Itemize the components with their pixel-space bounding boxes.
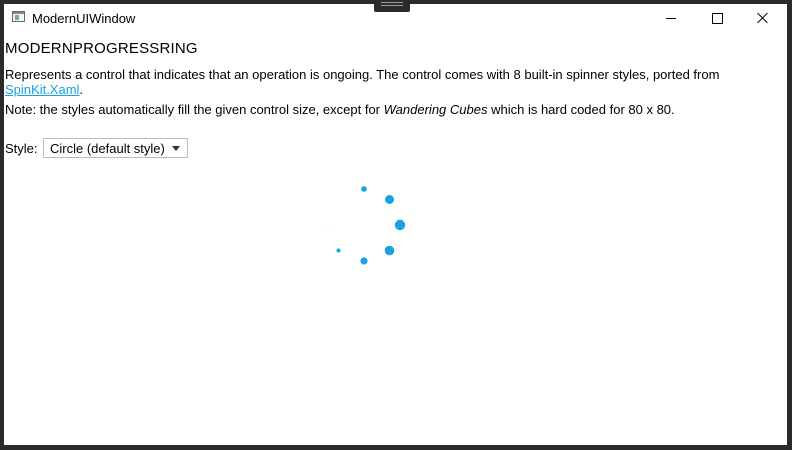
spinner-dot [336,248,341,253]
spinner-dot [394,219,406,231]
spinner-dot [385,195,394,204]
progress-ring [327,186,406,265]
spinner-dot [360,257,368,265]
spinner-dot [384,245,395,256]
spinner-dot [361,186,367,192]
spinner-dot [327,224,329,226]
window-drag-grip[interactable] [374,0,410,12]
app-window: ModernUIWindow MODERNPROGRESSRING Repres… [4,4,787,445]
